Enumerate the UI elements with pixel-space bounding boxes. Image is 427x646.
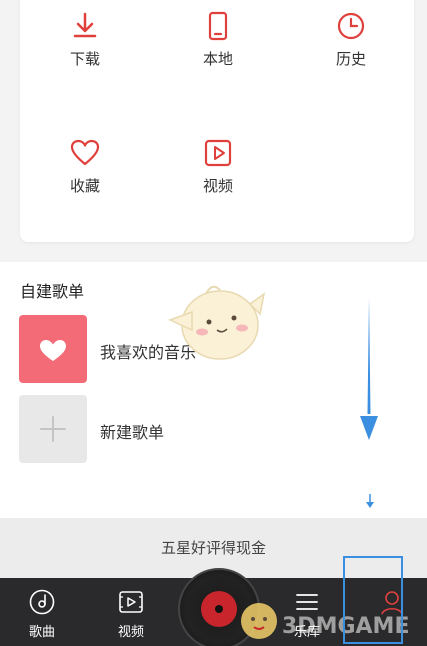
quick-history-label: 历史 xyxy=(335,50,366,68)
mascot-sticker xyxy=(168,285,266,360)
playlist-thumb xyxy=(19,315,87,383)
playlist-name: 新建歌单 xyxy=(100,423,165,442)
disc-icon xyxy=(29,589,55,615)
quick-favorites[interactable]: 收藏 xyxy=(40,137,130,196)
tab-video-label: 视频 xyxy=(117,625,144,640)
video-play-icon xyxy=(204,139,232,167)
quick-local[interactable]: 本地 xyxy=(173,10,263,69)
playlist-item-new[interactable]: 新建歌单 xyxy=(19,395,399,463)
scroll-down-arrow xyxy=(360,298,378,440)
clock-icon xyxy=(337,12,365,40)
highlight-annotation xyxy=(343,556,403,644)
tab-video[interactable]: 视频 xyxy=(101,578,161,646)
menu-icon xyxy=(296,594,318,610)
section-title: 自建歌单 xyxy=(20,282,85,301)
download-icon xyxy=(73,12,97,38)
quick-favorites-label: 收藏 xyxy=(69,177,100,195)
watermark-mascot xyxy=(241,603,277,639)
heart-icon xyxy=(70,139,100,166)
quick-video[interactable]: 视频 xyxy=(173,137,263,196)
phone-icon xyxy=(208,11,228,41)
quick-download[interactable]: 下载 xyxy=(40,10,130,69)
plus-icon xyxy=(40,416,66,442)
quick-download-label: 下载 xyxy=(69,50,100,68)
vinyl-hole xyxy=(215,605,223,613)
video-icon xyxy=(119,591,143,613)
quick-local-label: 本地 xyxy=(202,50,233,68)
tab-songs[interactable]: 歌曲 xyxy=(12,578,72,646)
quick-history[interactable]: 历史 xyxy=(306,10,396,69)
tab-songs-label: 歌曲 xyxy=(28,625,55,640)
quick-video-label: 视频 xyxy=(202,177,233,195)
heart-icon xyxy=(40,340,66,361)
small-down-arrow xyxy=(366,494,374,508)
playlist-thumb xyxy=(19,395,87,463)
